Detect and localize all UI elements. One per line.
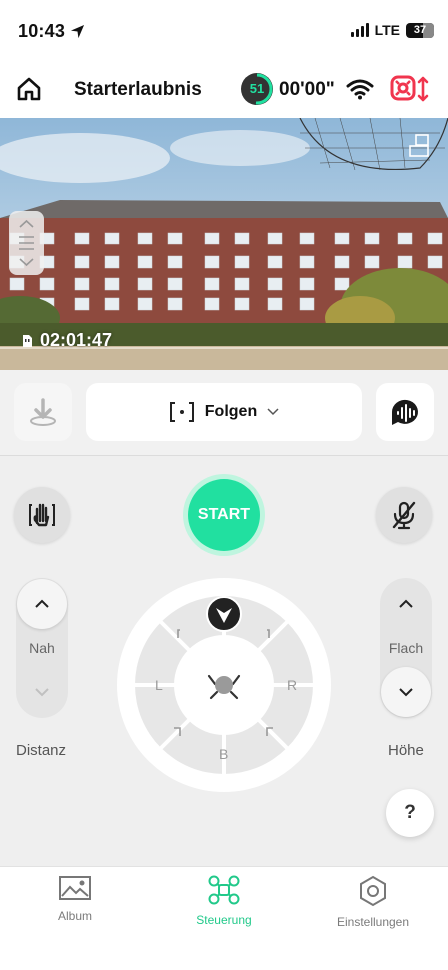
sd-card-icon — [23, 334, 32, 347]
tab-album[interactable]: Album — [5, 875, 145, 923]
propeller-guard-alert-icon[interactable] — [390, 75, 434, 103]
gimbal-adjust-icon — [19, 219, 34, 267]
start-button[interactable]: START — [188, 479, 260, 551]
distance-caption: Distanz — [16, 742, 67, 759]
location-arrow-icon — [70, 24, 85, 39]
switch-view-icon[interactable] — [408, 134, 430, 158]
distance-decrease-button[interactable] — [17, 667, 67, 717]
chevron-down-icon — [267, 408, 279, 416]
download-button[interactable] — [14, 383, 72, 441]
tab-einstellungen-label: Einstellungen — [336, 915, 410, 929]
tab-bar: Album Steuerung Einstellungen — [0, 866, 448, 970]
distance-increase-button[interactable] — [17, 579, 67, 629]
mode-selector[interactable]: Folgen — [86, 383, 362, 441]
wifi-icon — [346, 79, 374, 100]
height-value: Flach — [388, 640, 424, 656]
battery-indicator: 37 — [406, 22, 434, 38]
height-increase-button[interactable] — [381, 579, 431, 629]
help-button[interactable]: ? — [386, 789, 434, 837]
page-title: Starterlaubnis — [74, 79, 202, 100]
height-decrease-button[interactable] — [381, 667, 431, 717]
chevron-down-icon — [399, 688, 413, 697]
height-caption: Höhe — [388, 742, 424, 759]
voice-command-button[interactable] — [376, 383, 434, 441]
status-time: 10:43 — [18, 21, 66, 41]
gimbal-slider[interactable] — [9, 211, 44, 275]
app-header: Starterlaubnis 51 00'00" — [0, 62, 448, 118]
height-slider[interactable]: Flach — [380, 578, 432, 718]
distance-value: Nah — [29, 640, 55, 656]
chevron-up-icon — [35, 599, 49, 608]
tab-einstellungen[interactable]: Einstellungen — [303, 875, 443, 929]
voice-bubble-icon — [391, 399, 418, 425]
battery-level: 37 — [413, 23, 427, 36]
recording-time-value: 02:01:47 — [40, 330, 113, 350]
distance-slider[interactable]: Nah — [16, 578, 68, 718]
mic-off-icon — [392, 501, 416, 530]
tab-steuerung[interactable]: Steuerung — [154, 875, 294, 927]
dial-left-label: L — [155, 677, 163, 693]
tab-album-label: Album — [57, 909, 92, 923]
mode-label: Folgen — [204, 403, 258, 420]
home-icon[interactable] — [14, 74, 44, 104]
gesture-control-button[interactable] — [14, 487, 70, 543]
flight-timer: 00'00" — [279, 79, 335, 100]
direction-dial[interactable]: L R B — [117, 578, 331, 792]
dial-bottom-label: B — [219, 746, 228, 762]
recording-time: 02:01:47 — [20, 330, 112, 351]
dial-right-label: R — [287, 677, 297, 693]
follow-target-icon — [169, 402, 194, 422]
drone-icon — [208, 875, 240, 905]
mute-mic-button[interactable] — [376, 487, 432, 543]
tab-steuerung-label: Steuerung — [196, 913, 252, 927]
download-icon — [30, 398, 56, 426]
network-type: LTE — [374, 22, 400, 38]
drone-battery-value: 51 — [249, 81, 265, 96]
hexagon-settings-icon — [360, 875, 386, 907]
hand-gesture-icon — [29, 503, 55, 527]
cellular-signal-icon — [350, 23, 369, 37]
status-bar: 10:43 LTE 37 — [0, 0, 448, 62]
image-icon — [59, 876, 91, 900]
